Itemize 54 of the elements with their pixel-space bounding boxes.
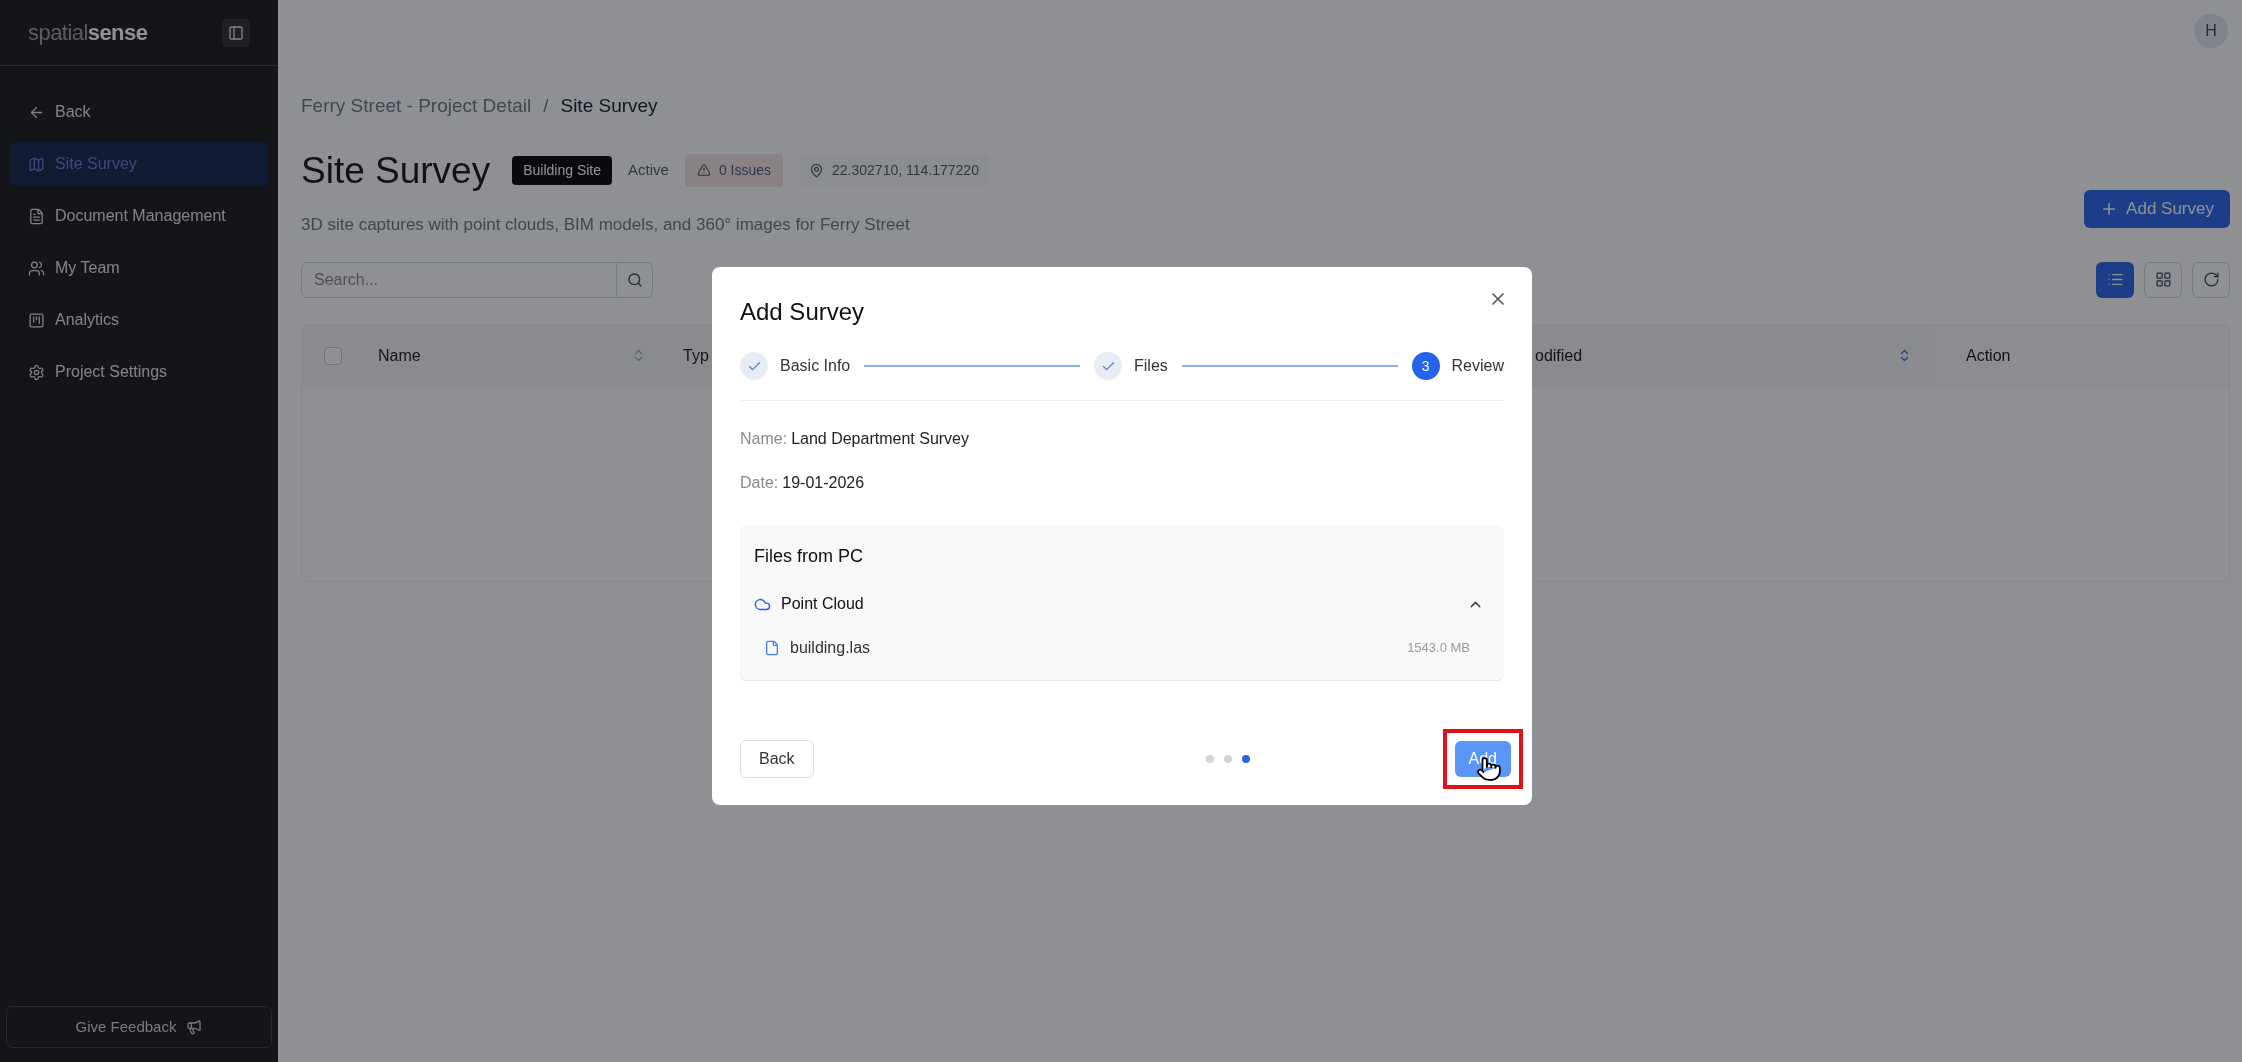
board-icon [28,311,45,329]
page-title: Site Survey [301,148,491,193]
user-avatar[interactable]: H [2194,14,2228,48]
sidebar-item[interactable]: Analytics [10,298,268,342]
settings-icon [28,363,45,381]
search-icon [626,271,643,288]
people-icon [28,259,45,277]
sidebar-item[interactable]: Document Management [10,194,268,238]
back-button[interactable]: Back [740,740,814,778]
search-field[interactable]: Search... [301,261,617,298]
page-description: 3D site captures with point clouds, BIM models, and 360° images for Ferry Street [301,214,910,236]
breadcrumb-link[interactable]: Ferry Street - Project Detail [301,92,532,121]
refresh-view-button[interactable] [2192,261,2230,298]
grid-view-button[interactable] [2144,261,2182,298]
sidebar-panel-icon [228,24,244,41]
grid-icon [2154,271,2172,288]
breadcrumb-current: Site Survey [560,94,658,118]
step-label: Basic Info [780,356,851,376]
field-label: Name: [740,429,788,449]
field-value: 19-01-2026 [782,473,865,493]
dialog-title: Add Survey [740,297,865,327]
status-label: Active [628,160,669,180]
step-label: Files [1134,356,1168,376]
files-panel-title: Files from PC [754,545,864,568]
column-header: odified [1535,345,1583,366]
list-view-button[interactable] [2096,261,2134,298]
field-value: Land Department Survey [791,429,969,449]
sidebar-item[interactable]: Project Settings [10,350,268,394]
type-badge: Building Site [512,155,613,185]
sidebar-item[interactable]: Back [10,90,268,134]
field-label: Date: [740,473,779,493]
column-header: Name [378,345,421,366]
select-all-checkbox[interactable] [324,346,342,365]
document-icon [28,207,45,225]
sidebar-item[interactable]: My Team [10,246,268,290]
refresh-icon [2202,271,2220,288]
file-group-name: Point Cloud [781,594,864,614]
issues-badge: 0 Issues [684,153,784,187]
map-icon [28,155,45,173]
search-button[interactable] [617,261,653,298]
breadcrumb-separator: / [543,94,549,118]
step-label: Review [1451,356,1504,376]
add-survey-button[interactable]: Add Survey [2084,190,2230,228]
file-name: building.las [790,638,871,658]
give-feedback-button[interactable]: Give Feedback [6,1006,272,1048]
collapse-sidebar-button[interactable] [222,18,250,47]
megaphone-icon [186,1019,203,1035]
column-header: Action [1966,345,2011,366]
file-size: 1543.0 MB [1407,639,1470,658]
column-header: Typ [683,345,709,366]
list-icon [2106,271,2124,288]
step-number: 3 [1411,352,1440,380]
file-icon [764,640,780,656]
logo: spatialsense [28,19,148,47]
